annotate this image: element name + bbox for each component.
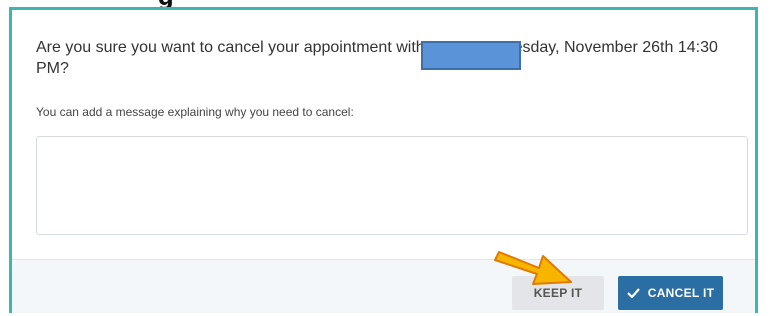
arrow-annotation-icon xyxy=(494,251,572,285)
check-icon xyxy=(626,288,640,298)
redaction-box xyxy=(421,41,521,70)
confirmation-question: Are you sure you want to cancel your app… xyxy=(36,39,718,77)
cancel-message-input[interactable] xyxy=(36,136,748,235)
message-hint: You can add a message explaining why you… xyxy=(36,105,354,119)
keep-it-label: KEEP IT xyxy=(533,286,583,300)
cancel-it-label: CANCEL IT xyxy=(647,286,715,300)
dialog-footer: KEEP IT CANCEL IT xyxy=(12,259,755,313)
cancel-it-button[interactable]: CANCEL IT xyxy=(618,276,723,310)
cancel-appointment-dialog: Are you sure you want to cancel your app… xyxy=(9,7,758,313)
